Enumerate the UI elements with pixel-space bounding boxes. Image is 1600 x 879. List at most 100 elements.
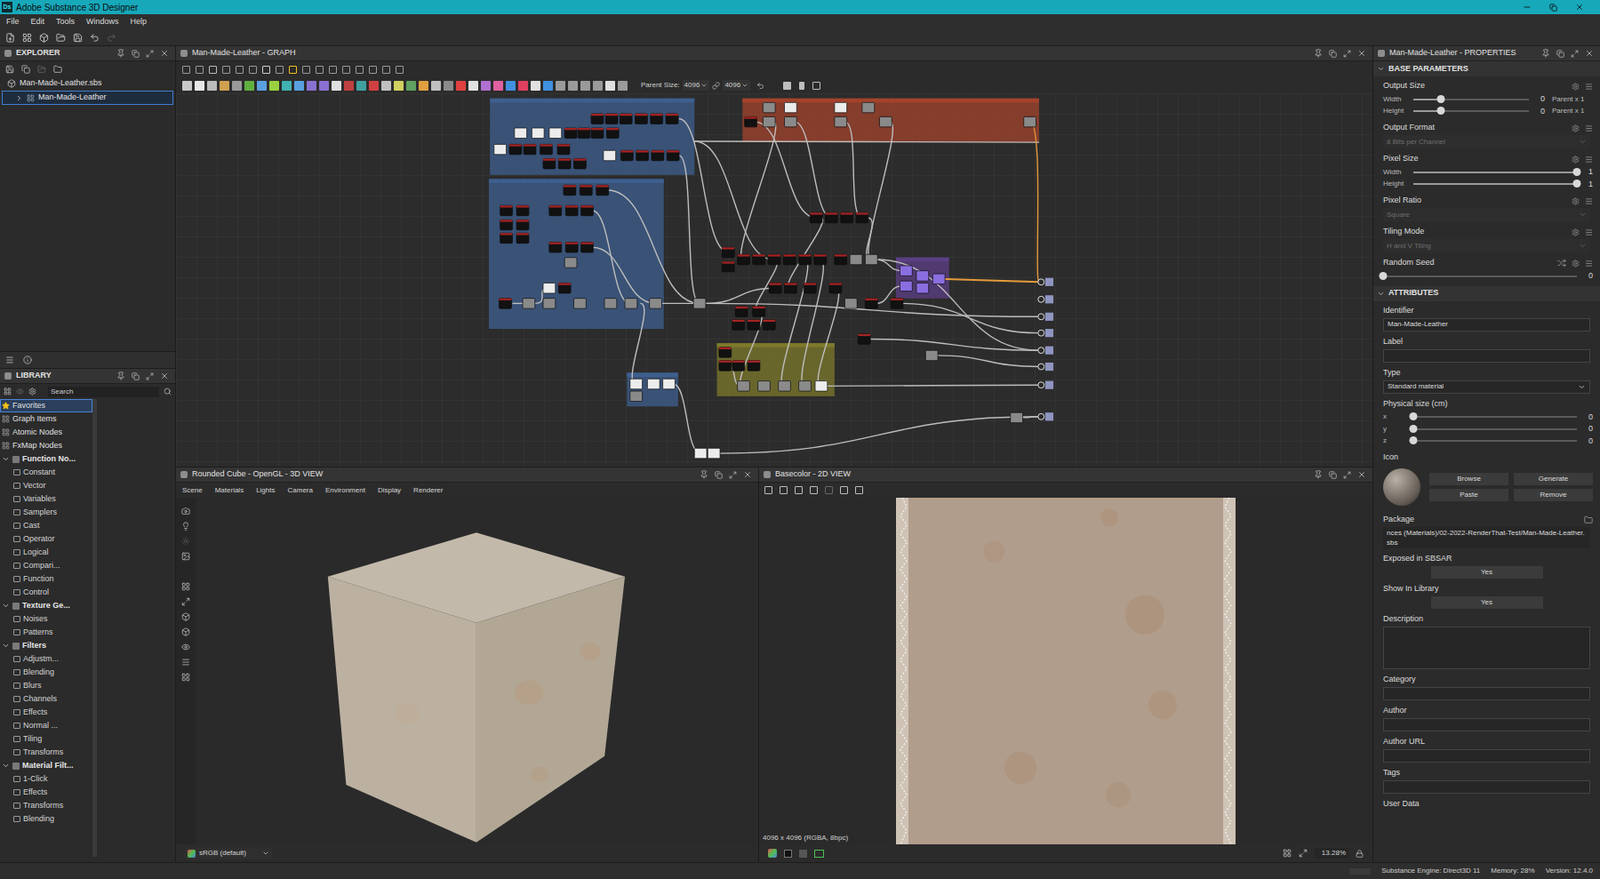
graph-frame[interactable] [742, 98, 1040, 143]
graph-node[interactable] [721, 247, 735, 257]
graph-node[interactable] [500, 219, 513, 230]
function-icon[interactable] [1571, 259, 1580, 268]
node-tool-icon[interactable] [232, 80, 242, 91]
view-2d-viewport[interactable]: 4096 x 4096 (RGBA, 8bpc) [759, 497, 1373, 845]
view-menu-item[interactable]: Lights [256, 485, 275, 496]
parent-width-dropdown[interactable]: 4096 [682, 80, 711, 91]
view-tool-icon[interactable] [809, 486, 818, 495]
parent-height-dropdown[interactable]: 4096 [722, 80, 751, 91]
maximize-icon[interactable] [1570, 49, 1579, 58]
slider-track[interactable] [1413, 183, 1577, 185]
float-icon[interactable] [131, 49, 140, 58]
menu-item[interactable]: Help [130, 16, 148, 29]
expanded-icon[interactable] [1, 455, 10, 464]
pin-icon[interactable] [699, 470, 709, 480]
tool-icon[interactable] [342, 65, 351, 74]
library-item[interactable]: Transforms [0, 745, 93, 760]
graph-node[interactable] [543, 298, 556, 309]
pin-icon[interactable] [1541, 48, 1551, 58]
node-tool-icon[interactable] [194, 80, 205, 91]
graph-node[interactable] [651, 150, 664, 160]
text-field[interactable] [1383, 780, 1591, 794]
redo-icon[interactable] [106, 32, 117, 43]
float-icon[interactable] [714, 471, 723, 480]
library-item[interactable]: Normal ... [0, 719, 93, 733]
output-node[interactable] [1038, 381, 1054, 390]
close-icon[interactable] [1584, 48, 1594, 58]
node-tool-icon[interactable] [393, 80, 404, 91]
graph-node[interactable] [815, 381, 828, 392]
maximize-icon[interactable] [145, 372, 154, 381]
tree-icon[interactable] [5, 355, 15, 365]
view-tool-icon[interactable] [824, 486, 833, 495]
view-icon[interactable] [181, 642, 191, 652]
output-node[interactable] [1038, 362, 1054, 371]
node-tool-icon[interactable] [443, 80, 454, 91]
output-node[interactable] [1038, 278, 1054, 287]
graph-node[interactable] [829, 282, 842, 293]
visibility-icon[interactable] [16, 387, 24, 396]
fit-icon[interactable] [814, 849, 824, 858]
node-tool-icon[interactable] [418, 80, 429, 91]
graph-node[interactable] [565, 242, 578, 253]
pin-icon[interactable] [116, 48, 126, 58]
library-section[interactable]: Filters [0, 639, 93, 653]
open-icon[interactable] [37, 64, 47, 74]
graph-node[interactable] [758, 381, 771, 392]
menu-item[interactable]: Tools [56, 16, 75, 29]
light-icon[interactable] [181, 521, 191, 531]
node-tool-icon[interactable] [568, 80, 578, 91]
text-field[interactable] [1383, 349, 1591, 363]
graph-node[interactable] [803, 282, 816, 293]
library-item[interactable]: Blending [0, 665, 93, 680]
graph-node[interactable] [619, 113, 632, 124]
float-icon[interactable] [1328, 49, 1337, 58]
text-field[interactable] [1383, 687, 1591, 701]
graph-node[interactable] [516, 232, 529, 243]
graph-node[interactable] [916, 271, 929, 281]
graph-node[interactable] [624, 298, 638, 309]
library-item[interactable]: Vector [0, 479, 93, 493]
graph-node[interactable] [574, 158, 587, 168]
function-icon[interactable] [1571, 197, 1580, 206]
tool-icon[interactable] [382, 65, 391, 74]
slider-thumb[interactable] [1379, 272, 1388, 280]
undo-icon[interactable] [89, 32, 100, 43]
menu-item[interactable]: Windows [86, 16, 120, 29]
new-graph-icon[interactable] [22, 32, 32, 43]
graph-node[interactable] [752, 306, 766, 317]
restore-icon[interactable] [1549, 3, 1558, 12]
library-item[interactable]: Blurs [0, 679, 93, 693]
slider-track[interactable] [1383, 275, 1577, 278]
library-item[interactable]: Function [0, 572, 93, 586]
link-icon[interactable] [712, 81, 720, 90]
maximize-icon[interactable] [1343, 471, 1352, 480]
library-root-item[interactable]: Favorites [0, 399, 93, 413]
graph-node[interactable] [783, 254, 796, 264]
pin-icon[interactable] [1313, 470, 1323, 480]
graph-node[interactable] [737, 254, 751, 264]
graph-frame[interactable] [626, 372, 679, 407]
graph-node[interactable] [762, 320, 776, 330]
graph-node[interactable] [564, 257, 577, 268]
library-item[interactable]: Blending [0, 812, 93, 826]
axis-icon[interactable] [181, 597, 191, 607]
node-tool-icon[interactable] [505, 80, 516, 91]
distribute-icon[interactable] [799, 81, 805, 90]
node-tool-icon[interactable] [381, 80, 392, 91]
tool-icon[interactable] [288, 65, 297, 74]
node-tool-icon[interactable] [219, 80, 230, 91]
graph-node[interactable] [732, 320, 745, 330]
graph-node[interactable] [809, 212, 823, 223]
environment-icon[interactable] [181, 536, 191, 546]
close-icon[interactable] [160, 371, 169, 381]
search-icon[interactable] [163, 387, 172, 396]
mesh-icon[interactable] [181, 627, 191, 637]
maximize-icon[interactable] [145, 49, 154, 58]
folder-icon[interactable] [1584, 515, 1593, 525]
toggle-button[interactable]: Yes [1431, 566, 1544, 579]
graph-node[interactable] [784, 282, 798, 293]
graph-node[interactable] [509, 144, 522, 154]
graph-node[interactable] [549, 128, 562, 138]
function-icon[interactable] [1571, 124, 1580, 133]
